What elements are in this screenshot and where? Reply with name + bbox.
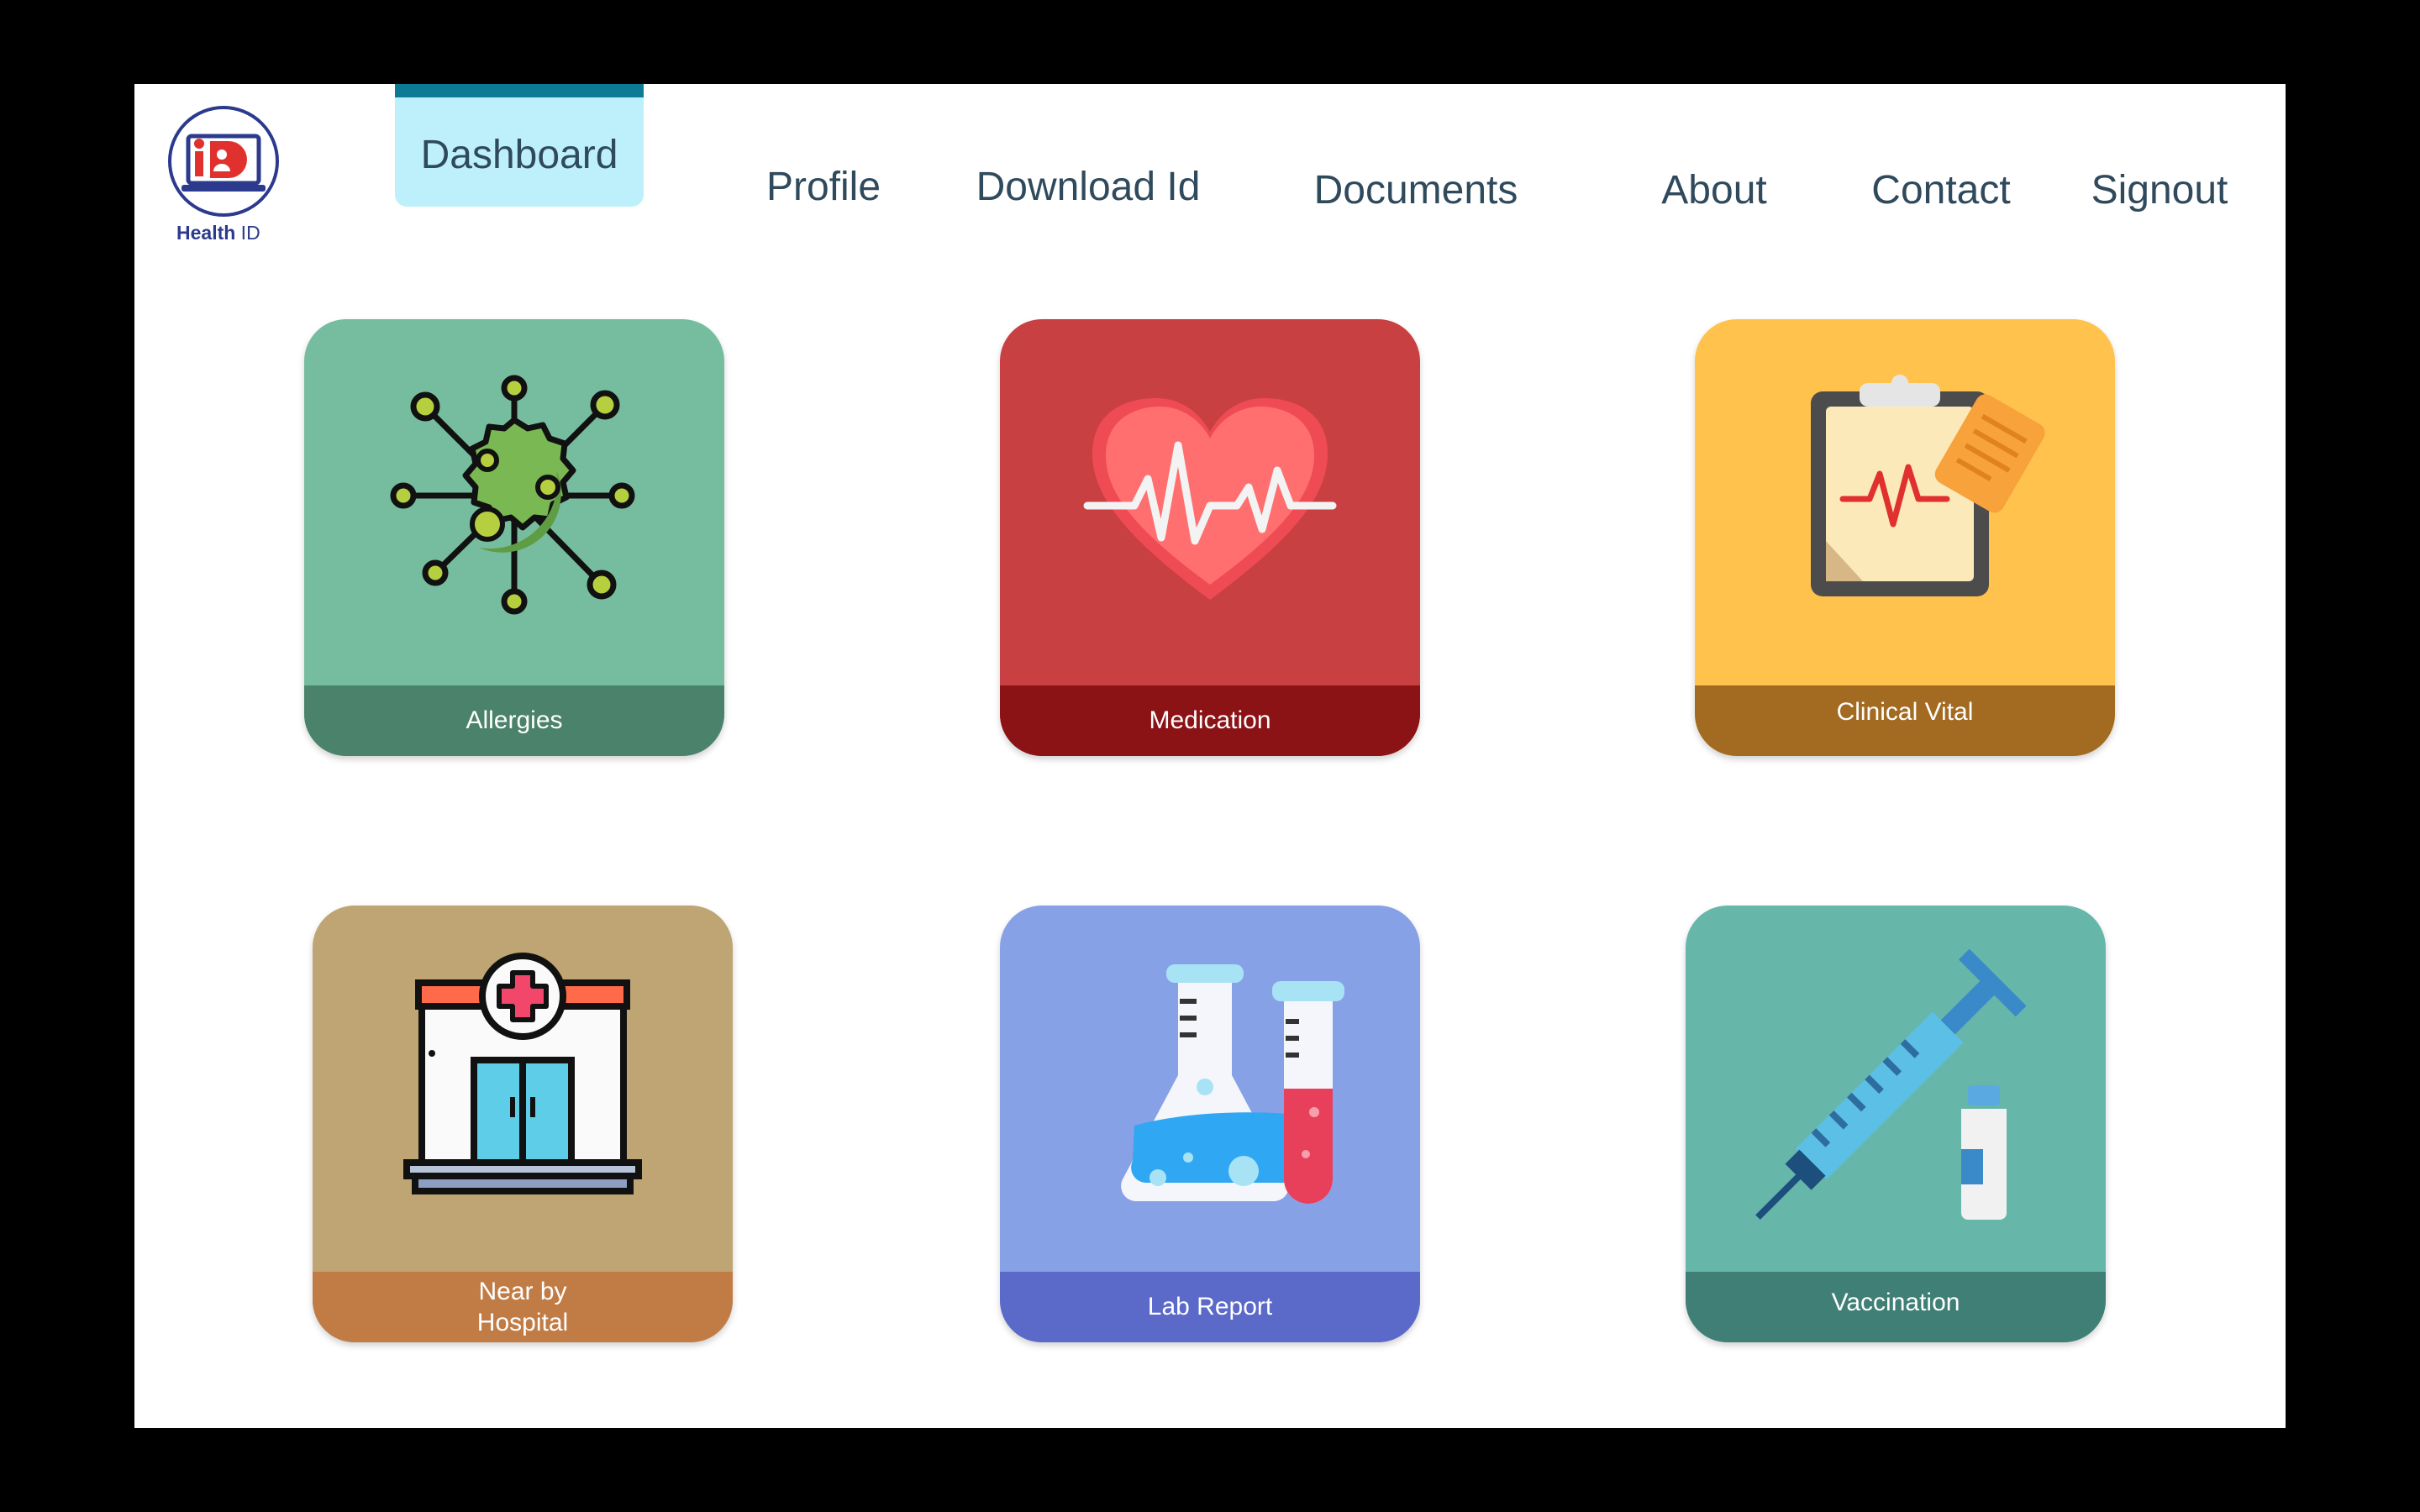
card-medication-footer: Medication — [1000, 685, 1420, 756]
card-lab-report[interactable]: Lab Report — [1000, 906, 1420, 1342]
nav-contact-label: Contact — [1871, 167, 2011, 213]
nav-dashboard-label: Dashboard — [420, 132, 618, 177]
logo-laptop-icon — [168, 106, 279, 217]
card-lab-report-footer: Lab Report — [1000, 1272, 1420, 1342]
card-medication[interactable]: Medication — [1000, 319, 1420, 756]
card-nearby-hospital[interactable]: Near by Hospital — [313, 906, 733, 1342]
nav-documents[interactable]: Documents — [1290, 138, 1542, 242]
nav-about-label: About — [1661, 167, 1767, 213]
card-hospital-label-line2: Hospital — [476, 1309, 569, 1336]
clipboard-icon — [1811, 375, 2045, 596]
nav-about[interactable]: About — [1613, 138, 1815, 242]
card-hospital-label-line1: Near by — [478, 1277, 567, 1305]
nav-signout-label: Signout — [2091, 167, 2228, 213]
logo-text: Health ID — [176, 222, 260, 244]
hospital-icon — [403, 953, 642, 1194]
card-allergies-footer: Allergies — [304, 685, 724, 756]
syringe-icon — [1755, 948, 2027, 1221]
card-vaccination-footer: Vaccination — [1686, 1272, 2106, 1342]
flask-icon — [1121, 964, 1344, 1204]
nav-profile-label: Profile — [765, 164, 881, 209]
nav-signout[interactable]: Signout — [2067, 138, 2252, 242]
nav-profile[interactable]: Profile — [731, 134, 916, 239]
card-clinical-vital[interactable]: Clinical Vital — [1695, 319, 2115, 756]
nav-dashboard[interactable]: Dashboard — [395, 84, 644, 207]
card-clinical-vital-footer: Clinical Vital — [1695, 685, 2115, 756]
card-medication-label: Medication — [1149, 706, 1271, 735]
card-allergies[interactable]: Allergies — [304, 319, 724, 756]
nav-contact[interactable]: Contact — [1840, 138, 2042, 242]
nav-documents-label: Documents — [1313, 167, 1518, 213]
card-nearby-hospital-footer: Near by Hospital — [313, 1272, 733, 1342]
card-vaccination[interactable]: Vaccination — [1686, 906, 2106, 1342]
heart-pulse-icon — [1083, 398, 1337, 600]
virus-icon — [390, 375, 635, 615]
nav-download-id-label: Download Id — [976, 164, 1201, 209]
card-vaccination-label: Vaccination — [1831, 1289, 1960, 1317]
app-window: Health ID Dashboard Profile Download Id … — [134, 84, 2286, 1428]
card-lab-report-label: Lab Report — [1147, 1293, 1273, 1321]
nav-download-id[interactable]: Download Id — [945, 134, 1231, 239]
card-allergies-label: Allergies — [466, 706, 563, 735]
card-clinical-vital-label: Clinical Vital — [1836, 698, 1974, 727]
